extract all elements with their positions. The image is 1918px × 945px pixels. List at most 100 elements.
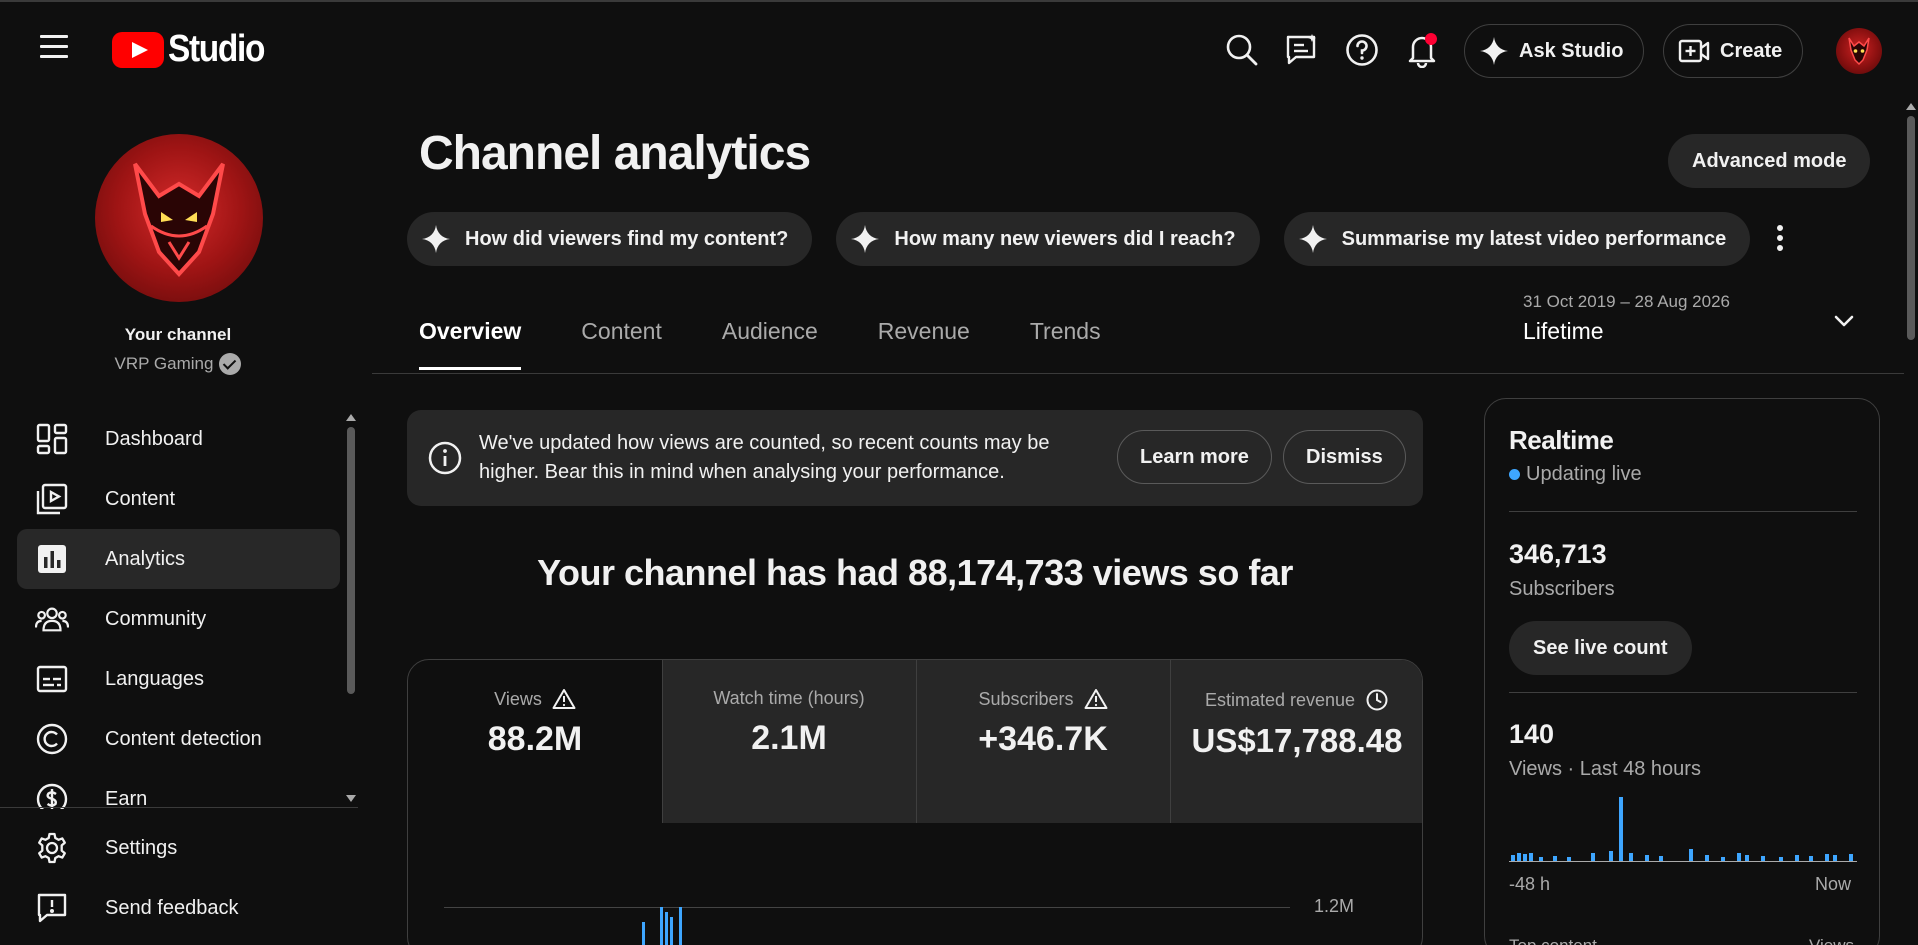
views-update-notice: We've updated how views are counted, so …	[407, 410, 1423, 506]
metric-card-subscribers[interactable]: Subscribers +346.7K	[916, 660, 1170, 823]
channel-name: VRP Gaming	[0, 353, 356, 375]
tab-revenue[interactable]: Revenue	[878, 318, 970, 370]
help-icon[interactable]	[1344, 32, 1380, 68]
date-range-text: 31 Oct 2019 – 28 Aug 2026	[1523, 292, 1731, 311]
card-separator	[916, 660, 917, 823]
metric-label-row: Estimated revenue	[1170, 688, 1422, 712]
date-range-picker[interactable]: 31 Oct 2019 – 28 Aug 2026 Lifetime	[1523, 292, 1863, 345]
tab-trends[interactable]: Trends	[1030, 318, 1101, 370]
sidebar-item-dashboard[interactable]: Dashboard	[17, 409, 340, 469]
feedback-chat-icon[interactable]	[1284, 32, 1320, 68]
sparkle-icon	[851, 225, 880, 253]
menu-icon[interactable]	[40, 35, 70, 59]
sidebar-item-analytics[interactable]: Analytics	[17, 529, 340, 589]
clock-icon	[1366, 689, 1388, 711]
realtime-views-label: Views · Last 48 hours	[1509, 758, 1701, 780]
realtime-x-end: Now	[1815, 874, 1852, 894]
top-content-views-col: Views	[1809, 936, 1854, 945]
page-title: Channel analytics	[419, 127, 811, 180]
chip-label: How did viewers find my content?	[465, 227, 789, 250]
sidebar-item-content-detection[interactable]: Content detection	[17, 709, 340, 769]
create-button[interactable]: Create	[1663, 24, 1804, 78]
sidebar-item-settings[interactable]: Settings	[17, 818, 340, 878]
chip-summarise-latest-video[interactable]: Summarise my latest video performance	[1283, 212, 1751, 266]
analytics-tabs: Overview Content Audience Revenue Trends	[419, 318, 1161, 370]
realtime-subscribers-label: Subscribers	[1509, 578, 1615, 600]
learn-more-button[interactable]: Learn more	[1117, 430, 1272, 484]
send-feedback-icon	[35, 891, 69, 925]
sidebar-nav-clip: Dashboard Content Analytics Community La…	[0, 409, 360, 809]
realtime-card: Realtime Updating live 346,713 Subscribe…	[1484, 398, 1880, 945]
sidebar-item-content[interactable]: Content	[17, 469, 340, 529]
metric-value: US$17,788.48	[1191, 722, 1403, 759]
chip-new-viewers[interactable]: How many new viewers did I reach?	[836, 212, 1260, 266]
dashboard-icon	[35, 422, 69, 456]
sidebar-item-languages[interactable]: Languages	[17, 649, 340, 709]
realtime-chart-axis	[1509, 861, 1857, 862]
realtime-divider	[1509, 511, 1857, 512]
metric-card-views[interactable]: Views 88.2M	[408, 660, 662, 823]
notice-text: We've updated how views are counted, so …	[479, 432, 1050, 483]
top-content-label: Top content	[1509, 936, 1597, 945]
studio-logo[interactable]: Studio	[112, 28, 277, 71]
realtime-status: Updating live	[1509, 463, 1642, 486]
ask-studio-label: Ask Studio	[1519, 39, 1624, 62]
sidebar-item-community[interactable]: Community	[17, 589, 340, 649]
sidebar-scrollbar[interactable]	[347, 427, 355, 694]
your-channel-label: Your channel	[124, 325, 232, 344]
content-icon	[35, 482, 69, 516]
warning-icon	[1084, 689, 1108, 709]
chip-label: Summarise my latest video performance	[1341, 227, 1727, 250]
card-separator	[1170, 660, 1171, 823]
youtube-logo-icon	[112, 31, 164, 68]
languages-icon	[35, 662, 69, 696]
tab-content[interactable]: Content	[581, 318, 662, 370]
metric-label-row: Views	[408, 688, 662, 710]
sidebar-item-label: Dashboard	[105, 427, 203, 450]
sidebar: Your channel VRP Gaming Dashboard Conten…	[0, 98, 360, 945]
main-scrollbar[interactable]	[1907, 116, 1915, 340]
card-separator	[662, 660, 663, 823]
analytics-icon	[35, 542, 69, 576]
advanced-mode-button[interactable]: Advanced mode	[1668, 134, 1871, 188]
sidebar-scroll-down[interactable]	[346, 795, 356, 802]
main-scroll-up[interactable]	[1906, 103, 1916, 110]
chip-viewers-find-content[interactable]: How did viewers find my content?	[407, 212, 813, 266]
see-live-count-button[interactable]: See live count	[1509, 621, 1692, 675]
metric-card-watch-time[interactable]: Watch time (hours) 2.1M	[662, 660, 916, 823]
top-header: Studio Ask Studio Create	[0, 2, 1918, 98]
metric-value: 2.1M	[751, 719, 827, 757]
metric-cards: Views 88.2M Watch time (hours) 2.1M Subs…	[407, 659, 1423, 945]
logo-text: Studio	[168, 28, 265, 70]
chart-bar	[642, 922, 645, 945]
channel-avatar[interactable]	[95, 134, 263, 302]
realtime-views-value: 140	[1509, 719, 1555, 749]
more-options-icon[interactable]	[1765, 218, 1795, 258]
chart-bar	[660, 907, 663, 945]
sidebar-item-label: Content	[105, 487, 176, 510]
tab-overview[interactable]: Overview	[419, 318, 522, 370]
metric-label-row: Watch time (hours)	[662, 688, 916, 709]
sidebar-scroll-up[interactable]	[346, 414, 356, 421]
chip-label: How many new viewers did I reach?	[894, 227, 1236, 250]
metric-value: +346.7K	[978, 720, 1108, 758]
sidebar-bottom-nav: Settings Send feedback	[17, 818, 340, 938]
ask-studio-button[interactable]: Ask Studio	[1464, 24, 1645, 78]
info-icon	[428, 441, 462, 475]
sidebar-item-send-feedback[interactable]: Send feedback	[17, 878, 340, 938]
notifications-icon[interactable]	[1404, 32, 1440, 68]
sparkle-icon	[1298, 225, 1327, 253]
metric-card-revenue[interactable]: Estimated revenue US$17,788.48	[1170, 660, 1422, 823]
sidebar-item-label: Languages	[105, 667, 204, 690]
chevron-down-icon[interactable]	[1833, 310, 1855, 332]
dismiss-button[interactable]: Dismiss	[1283, 430, 1406, 484]
sidebar-item-label: Community	[105, 607, 207, 630]
sidebar-item-label: Earn	[105, 787, 148, 810]
sidebar-item-earn[interactable]: Earn	[17, 769, 340, 809]
realtime-status-text: Updating live	[1526, 463, 1642, 485]
metric-value: 88.2M	[487, 720, 583, 758]
account-avatar[interactable]	[1836, 28, 1882, 74]
tab-audience[interactable]: Audience	[722, 318, 818, 370]
search-icon[interactable]	[1224, 32, 1260, 68]
warning-icon	[552, 689, 576, 709]
